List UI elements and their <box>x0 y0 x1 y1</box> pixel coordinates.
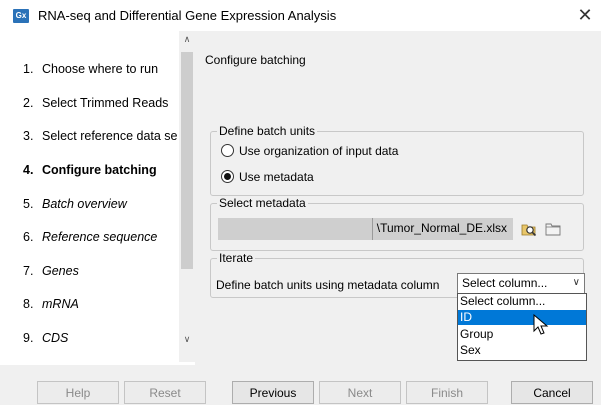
cancel-button[interactable]: Cancel <box>511 381 593 404</box>
metadata-column-dropdown[interactable]: Select column... ID Group Sex <box>457 293 587 361</box>
step-select-reference-data[interactable]: 3. Select reference data se <box>23 126 178 146</box>
previous-button[interactable]: Previous <box>232 381 314 404</box>
step-label: CDS <box>42 331 69 345</box>
next-button[interactable]: Next <box>319 381 401 404</box>
dropdown-option-group[interactable]: Group <box>458 327 586 342</box>
reset-button[interactable]: Reset <box>124 381 206 404</box>
metadata-column-select[interactable]: Select column... ∨ <box>457 273 585 295</box>
batch-units-group: Define batch units Use organization of i… <box>210 124 584 196</box>
browse-icon[interactable] <box>521 221 537 237</box>
file-field-divider <box>372 218 373 240</box>
iterate-legend: Iterate <box>217 251 256 265</box>
wizard-steps-panel: 1. Choose where to run 2. Select Trimmed R… <box>0 31 195 365</box>
window-title: RNA-seq and Differential Gene Expression… <box>38 8 337 23</box>
help-button[interactable]: Help <box>37 381 119 404</box>
radio-label: Use metadata <box>239 170 314 184</box>
select-metadata-group: Select metadata \Tumor_Normal_DE.xlsx <box>210 196 584 251</box>
step-mrna[interactable]: 8. mRNA <box>23 294 79 314</box>
step-label: Select reference data se <box>42 129 178 143</box>
folder-icon[interactable] <box>545 221 561 237</box>
radio-use-organization[interactable]: Use organization of input data <box>221 142 398 160</box>
step-label: Reference sequence <box>42 230 158 244</box>
finish-button[interactable]: Finish <box>406 381 488 404</box>
dropdown-option-select-column[interactable]: Select column... <box>458 294 586 309</box>
scroll-down-icon[interactable]: ∨ <box>179 331 195 347</box>
step-label: Choose where to run <box>42 62 159 76</box>
step-configure-batching[interactable]: 4. Configure batching <box>23 160 157 180</box>
step-genes[interactable]: 7. Genes <box>23 261 79 281</box>
select-value: Select column... <box>462 276 548 290</box>
metadata-file-field[interactable]: \Tumor_Normal_DE.xlsx <box>218 218 513 240</box>
step-label: mRNA <box>42 297 79 311</box>
step-label: Configure batching <box>42 163 157 177</box>
page-title: Configure batching <box>205 53 306 67</box>
select-metadata-legend: Select metadata <box>217 196 308 210</box>
step-label: Select Trimmed Reads <box>42 96 169 110</box>
metadata-file-value: \Tumor_Normal_DE.xlsx <box>376 221 507 235</box>
metadata-column-label: Define batch units using metadata column <box>216 278 440 292</box>
vertical-scroll-thumb[interactable] <box>181 52 193 269</box>
dropdown-option-id[interactable]: ID <box>458 310 586 325</box>
step-choose-where-to-run[interactable]: 1. Choose where to run <box>23 59 158 79</box>
radio-use-metadata[interactable]: Use metadata <box>221 168 314 186</box>
step-batch-overview[interactable]: 5. Batch overview <box>23 194 127 214</box>
radio-selected-icon[interactable] <box>221 170 234 184</box>
step-select-trimmed-reads[interactable]: 2. Select Trimmed Reads <box>23 93 168 113</box>
title-bar: Gx RNA-seq and Differential Gene Express… <box>0 0 601 31</box>
mouse-pointer-icon <box>533 314 549 335</box>
iterate-group: Iterate Define batch units using metadat… <box>210 251 585 298</box>
step-label: Batch overview <box>42 197 127 211</box>
batch-units-legend: Define batch units <box>217 124 318 138</box>
radio-label: Use organization of input data <box>239 144 399 158</box>
step-reference-sequence[interactable]: 6. Reference sequence <box>23 227 157 247</box>
close-icon[interactable]: ✕ <box>575 4 595 26</box>
sidebar-vertical-scrollbar[interactable]: ∧ ∨ <box>179 31 195 362</box>
radio-icon[interactable] <box>221 144 234 158</box>
step-label: Genes <box>42 264 79 278</box>
step-cds[interactable]: 9. CDS <box>23 328 68 348</box>
scroll-up-icon[interactable]: ∧ <box>179 31 195 47</box>
dropdown-option-sex[interactable]: Sex <box>458 343 586 358</box>
app-icon: Gx <box>13 9 29 23</box>
chevron-down-icon[interactable]: ∨ <box>573 277 580 288</box>
